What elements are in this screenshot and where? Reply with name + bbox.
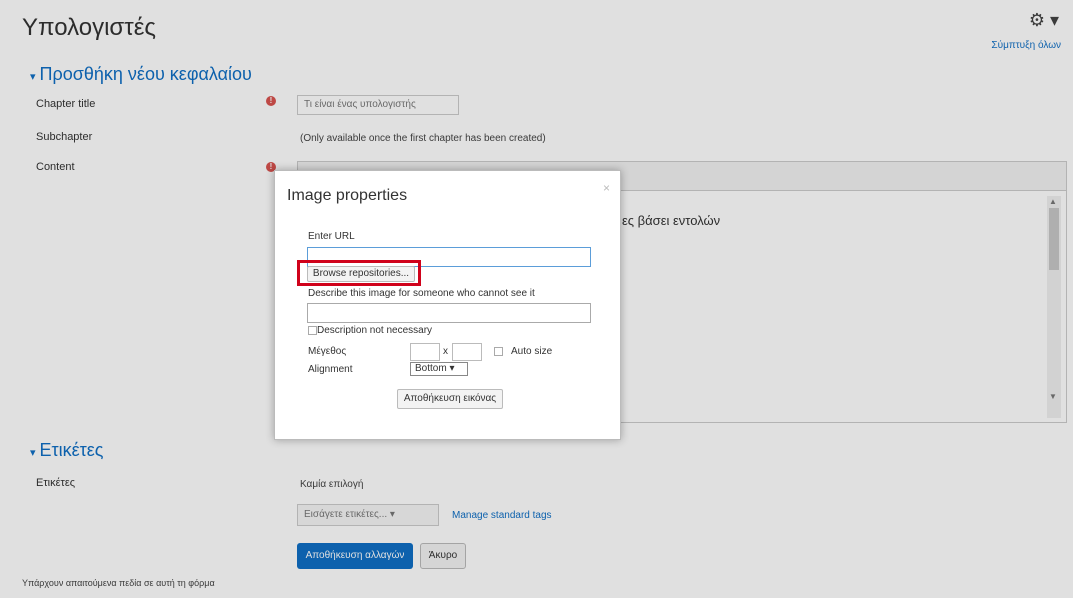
height-input[interactable]	[452, 343, 482, 361]
image-description-input[interactable]	[307, 303, 591, 323]
save-image-button[interactable]: Αποθήκευση εικόνας	[397, 389, 503, 409]
alignment-label: Alignment	[308, 364, 353, 375]
width-input[interactable]	[410, 343, 440, 361]
enter-url-label: Enter URL	[308, 231, 355, 242]
auto-size-checkbox[interactable]	[494, 347, 503, 356]
dialog-title: Image properties	[287, 187, 408, 204]
dropdown-arrow-icon: ▾	[446, 363, 455, 374]
description-not-necessary-checkbox[interactable]	[308, 326, 317, 335]
close-icon[interactable]: ×	[603, 181, 610, 195]
image-properties-dialog: Image properties × Enter URL Browse repo…	[274, 170, 621, 440]
size-separator: x	[443, 346, 448, 357]
describe-image-label: Describe this image for someone who cann…	[308, 288, 535, 299]
description-not-necessary-label: Description not necessary	[317, 325, 433, 336]
auto-size-label: Auto size	[511, 346, 553, 357]
highlight-box	[297, 260, 421, 286]
size-label: Μέγεθος	[308, 346, 347, 357]
alignment-select[interactable]: Bottom ▾	[410, 362, 468, 376]
